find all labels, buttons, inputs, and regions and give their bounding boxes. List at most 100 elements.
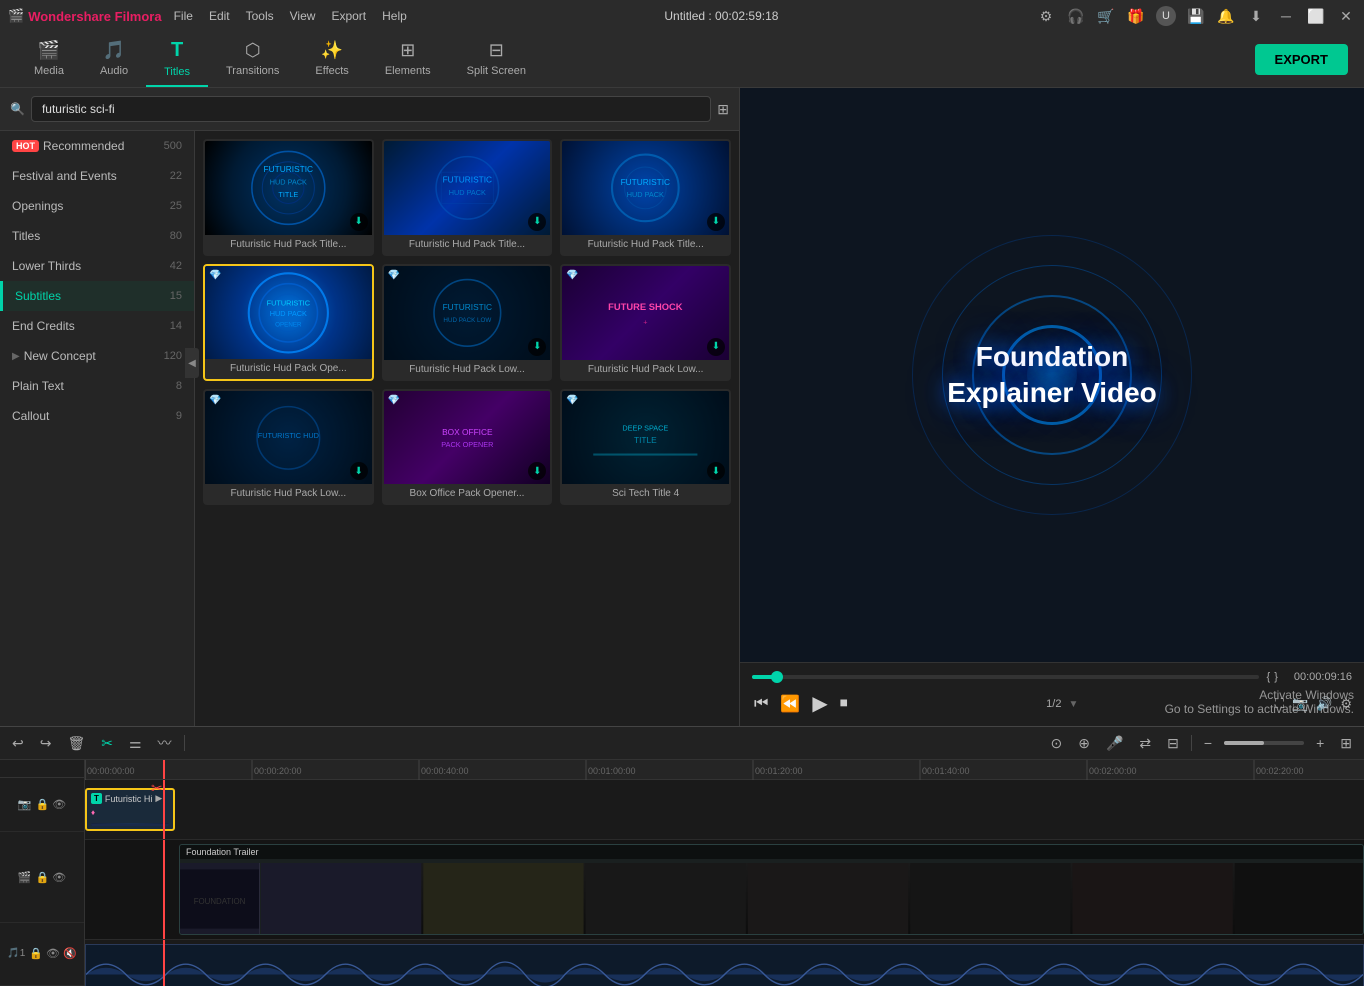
zoom-out-button[interactable]: − — [1200, 733, 1216, 753]
scene-detect-button[interactable]: ⊙ — [1047, 733, 1067, 754]
split-screen-icon: ⊟ — [489, 40, 504, 61]
sidebar-collapse-button[interactable]: ◀ — [185, 348, 195, 378]
filmstrip: FOUNDATION — [180, 863, 1363, 934]
redo-button[interactable]: ↪ — [36, 733, 56, 754]
svg-text:FUTURISTIC: FUTURISTIC — [621, 177, 671, 187]
save-icon[interactable]: 💾 — [1186, 6, 1206, 26]
progress-fill — [752, 675, 777, 679]
headphone-icon[interactable]: 🎧 — [1066, 6, 1086, 26]
stop-button[interactable]: ⏹ — [838, 693, 850, 715]
grid-label-2: Futuristic Hud Pack Title... — [384, 235, 551, 254]
sidebar-item-lower-thirds[interactable]: Lower Thirds 42 — [0, 251, 194, 281]
grid-item-5[interactable]: 💎 FUTURISTICHUD PACK LOW ⬇ Futuristic Hu… — [382, 264, 553, 381]
download-badge-7: ⬇ — [350, 462, 368, 480]
tab-transitions[interactable]: ⬡ Transitions — [208, 32, 297, 87]
grid-view-icon[interactable]: ⊞ — [717, 101, 729, 118]
zoom-fill — [1224, 741, 1264, 745]
lock-icon[interactable]: 🔒 — [36, 798, 50, 811]
mute-icon[interactable]: 🔇 — [63, 947, 77, 960]
download-icon[interactable]: ⬇ — [1246, 6, 1266, 26]
progress-handle[interactable] — [771, 671, 783, 683]
snap-button[interactable]: ⊞ — [1336, 733, 1356, 754]
sidebar-item-new-concept[interactable]: ▶ New Concept 120 — [0, 341, 194, 371]
grid-item-9[interactable]: 💎 DEEP SPACETITLE ⬇ Sci Tech Title 4 — [560, 389, 731, 506]
svg-text:TITLE: TITLE — [278, 190, 298, 199]
sidebar-item-end-credits[interactable]: End Credits 14 — [0, 311, 194, 341]
search-input[interactable] — [31, 96, 711, 122]
grid-item-1[interactable]: FUTURISTICHUD PACKTITLE ⬇ Futuristic Hud… — [203, 139, 374, 256]
tab-split-screen[interactable]: ⊟ Split Screen — [449, 32, 544, 87]
audio-lock-icon[interactable]: 🔒 — [29, 947, 43, 960]
sidebar-item-recommended[interactable]: HOT Recommended 500 — [0, 131, 194, 161]
grid-item-2[interactable]: FUTURISTICHUD PACK ⬇ Futuristic Hud Pack… — [382, 139, 553, 256]
grid-item-7[interactable]: 💎 FUTURISTIC HUD ⬇ Futuristic Hud Pack L… — [203, 389, 374, 506]
track-audio-icons: 🔒 👁 🔇 — [29, 947, 76, 960]
waveform-button[interactable]: 〰 — [154, 731, 176, 755]
scissors-icon: ✂ — [151, 780, 163, 797]
export-button[interactable]: EXPORT — [1255, 44, 1348, 75]
sidebar-item-titles[interactable]: Titles 80 — [0, 221, 194, 251]
settings-icon[interactable]: ⚙ — [1036, 6, 1056, 26]
download-badge-2: ⬇ — [528, 213, 546, 231]
fullscreen-button[interactable]: ⛶ — [1275, 696, 1284, 712]
user-avatar[interactable]: U — [1156, 6, 1176, 26]
video-eye-icon[interactable]: 👁 — [52, 871, 66, 884]
sidebar-item-festival[interactable]: Festival and Events 22 — [0, 161, 194, 191]
sidebar-item-openings[interactable]: Openings 25 — [0, 191, 194, 221]
grid-item-4[interactable]: 💎 FUTURISTICHUD PACKOPENER Futuristic Hu… — [203, 264, 374, 381]
sidebar-item-plain-text[interactable]: Plain Text 8 — [0, 371, 194, 401]
sidebar-item-subtitles[interactable]: Subtitles 15 — [0, 281, 194, 311]
svg-text:DEEP SPACE: DEEP SPACE — [623, 423, 669, 432]
preview-title-container: Foundation Explainer Video — [947, 339, 1157, 412]
menu-edit[interactable]: Edit — [209, 9, 230, 23]
tab-elements[interactable]: ⊞ Elements — [367, 32, 449, 87]
mask-button[interactable]: ⊕ — [1074, 733, 1094, 754]
svg-text:HUD PACK: HUD PACK — [270, 178, 307, 187]
tab-media[interactable]: 🎬 Media — [16, 32, 82, 87]
menu-view[interactable]: View — [290, 9, 316, 23]
tab-titles[interactable]: T Titles — [146, 32, 208, 87]
volume-button[interactable]: 🔊 — [1316, 696, 1332, 712]
notification-icon[interactable]: 🔔 — [1216, 6, 1236, 26]
close-button[interactable]: ✕ — [1336, 6, 1356, 26]
step-back-button[interactable]: ⏮ — [752, 693, 770, 715]
progress-bar[interactable] — [752, 675, 1259, 679]
maximize-button[interactable]: ⬜ — [1306, 6, 1326, 26]
minimize-button[interactable]: ─ — [1276, 6, 1296, 26]
menu-tools[interactable]: Tools — [246, 9, 274, 23]
screenshot-button[interactable]: 📷 — [1292, 696, 1308, 712]
voiceover-button[interactable]: 🎤 — [1102, 733, 1127, 754]
menu-file[interactable]: File — [174, 9, 193, 23]
tab-audio-label: Audio — [100, 65, 128, 77]
video-lock-icon[interactable]: 🔒 — [36, 871, 50, 884]
grid-item-6[interactable]: 💎 FUTURE SHOCK+ ⬇ Futuristic Hud Pack Lo… — [560, 264, 731, 381]
tab-effects[interactable]: ✨ Effects — [297, 32, 366, 87]
audio-button[interactable]: ⇄ — [1135, 733, 1155, 754]
sidebar-label-lower-thirds: Lower Thirds — [12, 259, 170, 273]
audio-eye-icon[interactable]: 👁 — [46, 947, 60, 960]
tab-audio[interactable]: 🎵 Audio — [82, 32, 146, 87]
grid-item-8[interactable]: 💎 BOX OFFICEPACK OPENER ⬇ Box Office Pac… — [382, 389, 553, 506]
adjust-button[interactable]: ⚌ — [125, 733, 146, 754]
controls-row: ⏮ ⏪ ▶ ⏹ 1/2 ▼ ⛶ 📷 🔊 ⚙ — [752, 689, 1352, 718]
sidebar-item-callout[interactable]: Callout 9 — [0, 401, 194, 431]
menu-export[interactable]: Export — [331, 9, 366, 23]
elements-icon: ⊞ — [400, 40, 415, 61]
cut-button[interactable]: ✂ — [97, 733, 117, 754]
zoom-track[interactable] — [1224, 741, 1304, 745]
eye-icon[interactable]: 👁 — [52, 798, 66, 811]
audio-waveform[interactable] — [85, 944, 1364, 986]
cart-icon[interactable]: 🛒 — [1096, 6, 1116, 26]
delete-button[interactable]: 🗑 — [63, 733, 89, 754]
menu-help[interactable]: Help — [382, 9, 407, 23]
gift-icon[interactable]: 🎁 — [1126, 6, 1146, 26]
zoom-in-button[interactable]: + — [1312, 733, 1328, 753]
play-button[interactable]: ▶ — [810, 689, 829, 718]
video-clip[interactable]: Foundation Trailer FOUNDATION — [179, 844, 1364, 935]
prev-frame-button[interactable]: ⏪ — [778, 692, 802, 716]
diamond-icon-4: 💎 — [209, 270, 221, 281]
undo-button[interactable]: ↩ — [8, 733, 28, 754]
settings-button[interactable]: ⚙ — [1340, 696, 1352, 712]
captions-button[interactable]: ⊟ — [1163, 733, 1183, 754]
grid-item-3[interactable]: FUTURISTICHUD PACK ⬇ Futuristic Hud Pack… — [560, 139, 731, 256]
